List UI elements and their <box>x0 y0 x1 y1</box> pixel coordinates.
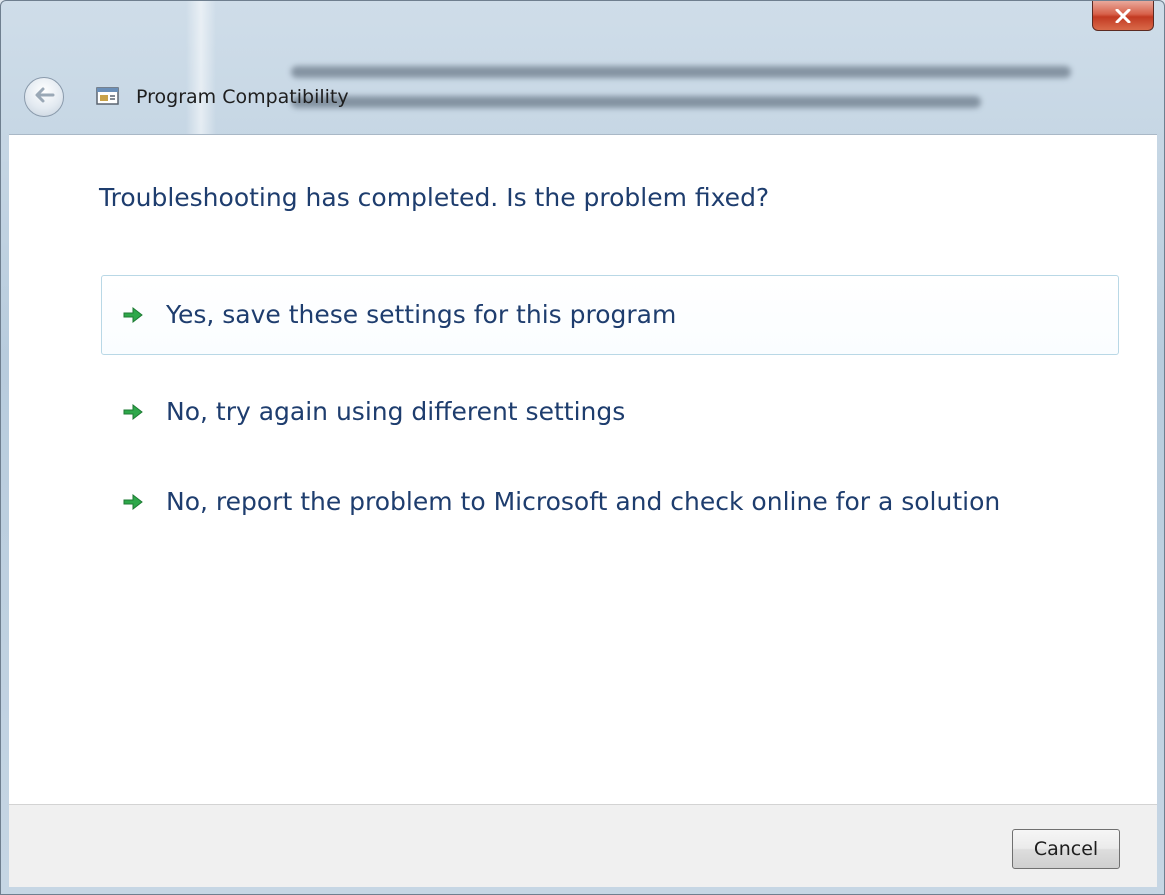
page-heading: Troubleshooting has completed. Is the pr… <box>99 183 770 212</box>
option-label: Yes, save these settings for this progra… <box>166 300 677 329</box>
green-arrow-icon <box>122 304 144 326</box>
back-arrow-icon <box>33 86 55 108</box>
close-button[interactable] <box>1092 1 1154 31</box>
program-compatibility-window: Program Compatibility Troubleshooting ha… <box>0 0 1165 895</box>
back-button[interactable] <box>24 77 64 117</box>
option-try-different-settings[interactable]: No, try again using different settings <box>101 372 1119 452</box>
option-report-problem[interactable]: No, report the problem to Microsoft and … <box>101 462 1119 542</box>
close-x-icon <box>1115 8 1131 23</box>
option-yes-save-settings[interactable]: Yes, save these settings for this progra… <box>101 275 1119 355</box>
window-title: Program Compatibility <box>136 86 349 108</box>
option-label: No, report the problem to Microsoft and … <box>166 487 1001 516</box>
glass-reflection <box>186 1 216 136</box>
cancel-button[interactable]: Cancel <box>1012 829 1120 869</box>
content-pane: Troubleshooting has completed. Is the pr… <box>9 134 1157 805</box>
green-arrow-icon <box>122 491 144 513</box>
option-label: No, try again using different settings <box>166 397 626 426</box>
program-compatibility-icon <box>96 86 120 106</box>
green-arrow-icon <box>122 401 144 423</box>
dialog-footer: Cancel <box>9 804 1157 887</box>
